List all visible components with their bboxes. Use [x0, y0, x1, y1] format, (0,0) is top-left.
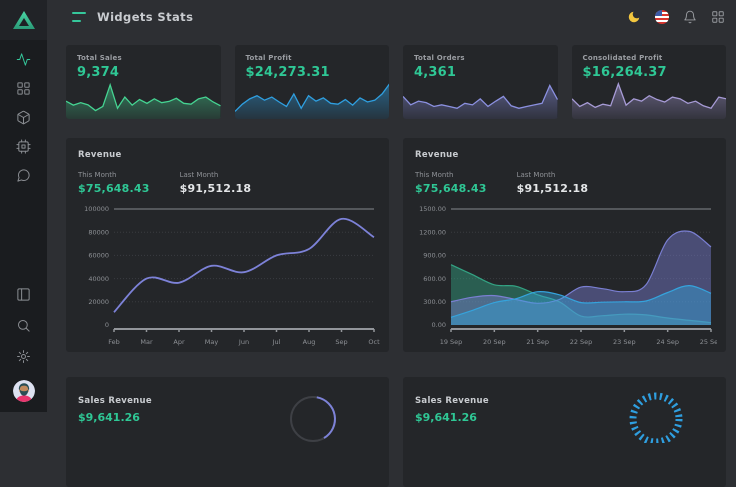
svg-text:Jul: Jul	[272, 338, 281, 346]
svg-text:1200.00: 1200.00	[419, 228, 446, 236]
language-flag-icon[interactable]	[654, 9, 669, 24]
widgets-grid-icon[interactable]	[16, 81, 31, 96]
svg-text:80000: 80000	[88, 228, 109, 236]
stat-label: Last Month	[517, 171, 589, 179]
svg-text:40000: 40000	[88, 275, 109, 283]
top-header: Widgets Stats	[47, 0, 736, 33]
stat-label: Consolidated Profit	[583, 54, 716, 62]
stat-value: 9,374	[77, 65, 210, 80]
hamburger-menu-icon[interactable]	[72, 12, 86, 22]
stat-label: Total Profit	[246, 54, 379, 62]
page-title: Widgets Stats	[97, 10, 193, 24]
main-content: Total Sales 9,374 Total Profit $24,273.3…	[66, 45, 726, 487]
notifications-bell-icon[interactable]	[682, 9, 697, 24]
revenue-card-monthly: Revenue This Month $75,648.43 Last Month…	[66, 138, 389, 352]
ring-gauge-icon	[283, 385, 343, 445]
stat-value: $75,648.43	[78, 182, 150, 195]
stat-card-total-orders: Total Orders 4,361	[403, 45, 558, 119]
svg-text:May: May	[205, 338, 219, 346]
stat-value: $91,512.18	[517, 182, 589, 195]
last-month-stat: Last Month $91,512.18	[180, 171, 252, 195]
sparkline-chart	[235, 81, 390, 119]
svg-text:23 Sep: 23 Sep	[613, 338, 636, 346]
apps-grid-icon[interactable]	[710, 9, 725, 24]
stat-value: $91,512.18	[180, 182, 252, 195]
svg-text:100000: 100000	[84, 205, 109, 213]
svg-text:21 Sep: 21 Sep	[526, 338, 549, 346]
stat-value: $75,648.43	[415, 182, 487, 195]
revenue-area-chart: 1500.00 1200.00 900.00 600.00 300.00 0.00 19 S…	[415, 201, 717, 347]
stat-cards-row: Total Sales 9,374 Total Profit $24,273.3…	[66, 45, 726, 119]
chat-bubble-icon[interactable]	[16, 168, 31, 183]
stat-label: Total Sales	[77, 54, 210, 62]
svg-text:Feb: Feb	[108, 338, 120, 346]
sales-revenue-card-2: Sales Revenue $9,641.26	[403, 377, 726, 487]
svg-text:20000: 20000	[88, 298, 109, 306]
svg-text:Jun: Jun	[238, 338, 249, 346]
svg-text:22 Sep: 22 Sep	[570, 338, 593, 346]
stat-value: 4,361	[414, 65, 547, 80]
revenue-cards-row: Revenue This Month $75,648.43 Last Month…	[66, 138, 726, 352]
app-logo[interactable]	[0, 0, 47, 40]
card-title: Revenue	[415, 150, 714, 160]
layout-panel-icon[interactable]	[16, 287, 31, 302]
svg-text:20 Sep: 20 Sep	[483, 338, 506, 346]
svg-text:24 Sep: 24 Sep	[656, 338, 679, 346]
svg-text:Aug: Aug	[303, 338, 316, 346]
svg-text:1500.00: 1500.00	[419, 205, 446, 213]
svg-text:Sep: Sep	[335, 338, 347, 346]
tick-gauge-icon	[626, 383, 686, 443]
svg-text:0: 0	[105, 321, 109, 329]
stat-card-total-sales: Total Sales 9,374	[66, 45, 221, 119]
user-avatar[interactable]	[13, 380, 35, 402]
revenue-line-chart: 100000 80000 60000 40000 20000 0 Feb Mar Apr May J…	[78, 201, 380, 347]
activity-icon[interactable]	[16, 52, 31, 67]
stat-card-total-profit: Total Profit $24,273.31	[235, 45, 390, 119]
svg-text:Mar: Mar	[140, 338, 153, 346]
svg-text:19 Sep: 19 Sep	[440, 338, 463, 346]
package-box-icon[interactable]	[16, 110, 31, 125]
sales-revenue-card-1: Sales Revenue $9,641.26	[66, 377, 389, 487]
last-month-stat: Last Month $91,512.18	[517, 171, 589, 195]
sparkline-chart	[66, 81, 221, 119]
svg-text:600.00: 600.00	[423, 275, 446, 283]
this-month-stat: This Month $75,648.43	[415, 171, 487, 195]
sparkline-chart	[572, 81, 727, 119]
search-icon[interactable]	[16, 318, 31, 333]
stat-card-consolidated-profit: Consolidated Profit $16,264.37	[572, 45, 727, 119]
avatar-image	[13, 380, 35, 402]
svg-text:Apr: Apr	[173, 338, 185, 346]
stat-label: Last Month	[180, 171, 252, 179]
sales-revenue-row: Sales Revenue $9,641.26 Sales Revenue $9…	[66, 377, 726, 487]
revenue-card-daily: Revenue This Month $75,648.43 Last Month…	[403, 138, 726, 352]
sparkline-chart	[403, 81, 558, 119]
svg-text:60000: 60000	[88, 252, 109, 260]
svg-text:300.00: 300.00	[423, 298, 446, 306]
this-month-stat: This Month $75,648.43	[78, 171, 150, 195]
stat-label: This Month	[78, 171, 150, 179]
cpu-chip-icon[interactable]	[16, 139, 31, 154]
stat-value: $24,273.31	[246, 65, 379, 80]
svg-text:25 Sep: 25 Sep	[700, 338, 717, 346]
svg-text:900.00: 900.00	[423, 252, 446, 260]
svg-text:0.00: 0.00	[432, 321, 446, 329]
stat-value: $16,264.37	[583, 65, 716, 80]
svg-text:Oct: Oct	[368, 338, 380, 346]
card-title: Revenue	[78, 150, 377, 160]
dark-mode-moon-icon[interactable]	[626, 9, 641, 24]
stat-label: This Month	[415, 171, 487, 179]
settings-gear-icon[interactable]	[16, 349, 31, 364]
triangle-logo-icon	[12, 10, 36, 30]
sidebar	[0, 0, 47, 412]
stat-label: Total Orders	[414, 54, 547, 62]
